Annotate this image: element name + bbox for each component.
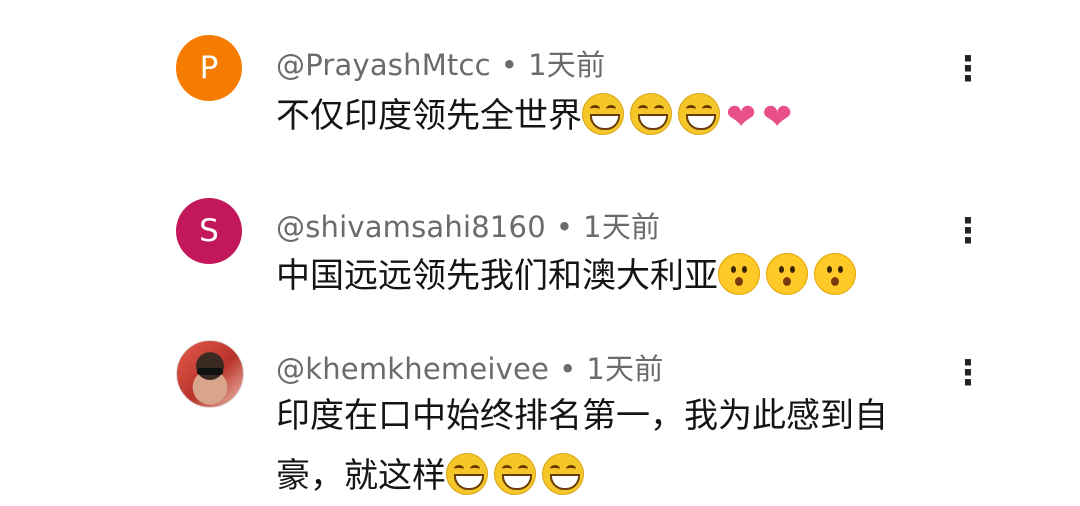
comment-text: 不仅印度领先全世界 ❤ ❤ xyxy=(276,86,936,146)
more-vertical-icon[interactable]: · · · xyxy=(955,346,981,400)
avatar[interactable]: S xyxy=(176,198,242,264)
separator-dot: • xyxy=(500,48,519,82)
more-vertical-icon[interactable]: · · · xyxy=(955,42,981,96)
separator-dot: • xyxy=(559,352,577,386)
comment-body: 不仅印度领先全世界 xyxy=(276,96,582,136)
surprised-emoji-icon xyxy=(766,253,808,295)
laugh-emoji-icon xyxy=(630,93,672,135)
comment-body: 中国远远领先我们和澳大利亚 xyxy=(276,256,718,296)
more-vertical-icon[interactable]: · · · xyxy=(955,204,981,258)
heart-icon: ❤ xyxy=(762,97,793,138)
comment-meta: @PrayashMtcc • 1天前 xyxy=(276,42,605,84)
surprised-emoji-icon xyxy=(814,253,856,295)
author-name[interactable]: @PrayashMtcc xyxy=(276,48,491,82)
avatar[interactable]: P xyxy=(176,35,242,101)
avatar-photo xyxy=(197,368,223,375)
comment-time: 1天前 xyxy=(583,210,661,244)
comment-meta: @shivamsahi8160 • 1天前 xyxy=(276,204,660,246)
laugh-emoji-icon xyxy=(678,93,720,135)
author-name[interactable]: @khemkhemeivee xyxy=(276,352,549,386)
author-name[interactable]: @shivamsahi8160 xyxy=(276,210,546,244)
comment-text: 印度在口中始终排名第一，我为此感到自豪，就这样 xyxy=(276,386,936,506)
comment-text: 中国远远领先我们和澳大利亚 xyxy=(276,246,936,306)
comment-time: 1天前 xyxy=(528,48,606,82)
separator-dot: • xyxy=(555,210,574,244)
laugh-emoji-icon xyxy=(494,453,536,495)
avatar[interactable] xyxy=(176,340,244,408)
laugh-emoji-icon xyxy=(446,453,488,495)
comment-time: 1天前 xyxy=(586,352,664,386)
surprised-emoji-icon xyxy=(718,253,760,295)
laugh-emoji-icon xyxy=(582,93,624,135)
comment-meta: @khemkhemeivee • 1天前 xyxy=(276,346,663,388)
laugh-emoji-icon xyxy=(542,453,584,495)
heart-icon: ❤ xyxy=(726,97,757,138)
